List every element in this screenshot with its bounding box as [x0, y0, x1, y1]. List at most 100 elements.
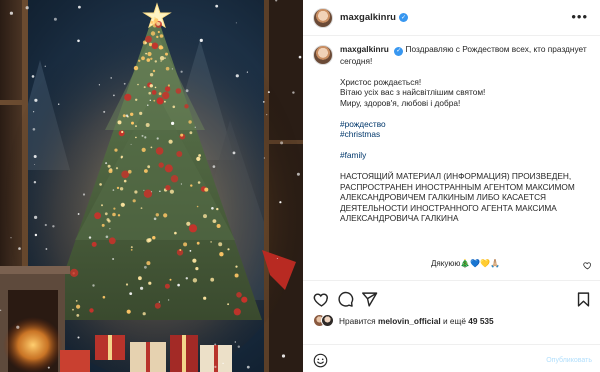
snowflake	[31, 75, 35, 78]
snowflake	[44, 223, 47, 227]
fairy-light	[112, 212, 116, 217]
fairy-light	[138, 276, 142, 281]
fairy-light	[116, 186, 120, 190]
fairy-light	[150, 20, 154, 24]
snowflake	[262, 101, 265, 103]
snowflake	[150, 191, 153, 193]
snowflake	[214, 365, 217, 368]
snowflake	[47, 366, 50, 369]
fairy-light	[101, 204, 103, 207]
snowflake	[177, 283, 180, 287]
ornament	[155, 147, 164, 155]
fairy-light	[145, 52, 148, 55]
comments-section[interactable]: maxgalkinru ✓ Поздравляю с Рождеством вс…	[303, 36, 600, 280]
hashtag-block: #рождество #christmas	[340, 119, 590, 140]
snowflake	[296, 172, 300, 176]
post-image[interactable]	[0, 0, 303, 372]
caption-ua-block: Христос рождається! Вітаю усіх вас з най…	[340, 77, 590, 109]
fairy-light	[153, 99, 156, 102]
fairy-light	[165, 52, 168, 56]
fairy-light	[196, 241, 200, 245]
ornament	[233, 308, 241, 316]
snowflake	[129, 292, 133, 295]
snowflake	[103, 110, 106, 113]
fairy-light	[146, 58, 151, 62]
likes-text: Нравится melovin_official и ещё 49 535	[339, 316, 494, 326]
fairy-light	[76, 314, 80, 317]
fairy-light	[192, 278, 198, 283]
fairy-light	[104, 212, 108, 216]
snowflake	[279, 201, 282, 204]
comment-text: Дякуюю🎄💙💛🙏🏼	[431, 259, 501, 268]
fairy-light	[114, 148, 118, 152]
fairy-light	[135, 125, 137, 128]
liker-username[interactable]: melovin_official	[378, 316, 441, 326]
comment-bubble-icon[interactable]	[337, 291, 354, 308]
snowflake	[194, 126, 196, 128]
more-options-icon[interactable]: •••	[571, 10, 588, 23]
fairy-light	[141, 147, 146, 152]
snowflake	[153, 217, 157, 221]
snowflake	[130, 143, 132, 145]
author-username[interactable]: maxgalkinru	[340, 12, 396, 23]
fairy-light	[180, 133, 184, 137]
christmas-tree-illustration	[0, 0, 303, 372]
ornament	[164, 164, 173, 173]
ornament	[164, 86, 171, 92]
post-header: maxgalkinru ✓ •••	[303, 0, 600, 36]
author-avatar[interactable]	[313, 7, 333, 28]
fairy-light	[148, 281, 152, 285]
fairy-light	[164, 100, 166, 103]
ornament	[151, 42, 159, 50]
snowflake	[141, 134, 144, 137]
likes-count[interactable]: 49 535	[468, 316, 493, 326]
hashtag-link[interactable]: #family	[340, 150, 590, 161]
paper-plane-icon[interactable]	[361, 291, 378, 308]
fairy-light	[190, 184, 193, 187]
snowflake	[9, 11, 13, 15]
snowflake	[34, 215, 38, 219]
snowflake	[33, 111, 35, 113]
publish-button[interactable]: Опубликовать	[546, 357, 592, 364]
fairy-light	[122, 114, 126, 118]
hashtag-link[interactable]: #рождество	[340, 119, 590, 130]
fairy-light	[140, 207, 143, 210]
fairy-light	[189, 131, 193, 135]
fairy-light	[154, 18, 159, 22]
likes-and-more: и ещё	[442, 315, 466, 326]
caption-username[interactable]: maxgalkinru	[340, 44, 389, 54]
snowflake	[246, 71, 248, 73]
ornament	[175, 88, 182, 94]
snowflake	[58, 103, 60, 105]
snowflake	[180, 183, 182, 185]
fairy-light	[186, 221, 191, 226]
snowflake	[215, 4, 219, 8]
caption-avatar[interactable]	[313, 45, 333, 65]
fairy-light	[227, 303, 230, 306]
snowflake	[125, 114, 129, 117]
fairy-light	[169, 189, 174, 194]
fairy-light	[164, 57, 166, 59]
snowflake	[98, 84, 100, 86]
caption-line: Вітаю усіх вас з найсвітлішим святом!	[340, 87, 486, 97]
snowflake	[222, 362, 224, 365]
snowflake	[280, 141, 284, 145]
likes-summary[interactable]: Нравится melovin_official и ещё 49 535	[313, 314, 494, 327]
snowflake	[16, 325, 20, 329]
snowflake	[53, 17, 57, 21]
ornament	[162, 91, 170, 100]
fairy-light	[148, 91, 151, 95]
heart-icon[interactable]	[313, 291, 330, 308]
fairy-light	[168, 139, 173, 144]
comment-like-icon[interactable]	[583, 261, 592, 270]
fairy-light	[154, 86, 157, 89]
ornament	[156, 97, 164, 105]
snowflake	[92, 284, 95, 287]
fairy-light	[150, 57, 153, 60]
smiley-icon[interactable]	[313, 353, 328, 368]
fairy-light	[144, 41, 147, 45]
snowflake	[185, 277, 188, 280]
fairy-light	[210, 241, 212, 243]
bookmark-icon[interactable]	[575, 291, 592, 308]
hashtag-link[interactable]: #christmas	[340, 129, 590, 140]
